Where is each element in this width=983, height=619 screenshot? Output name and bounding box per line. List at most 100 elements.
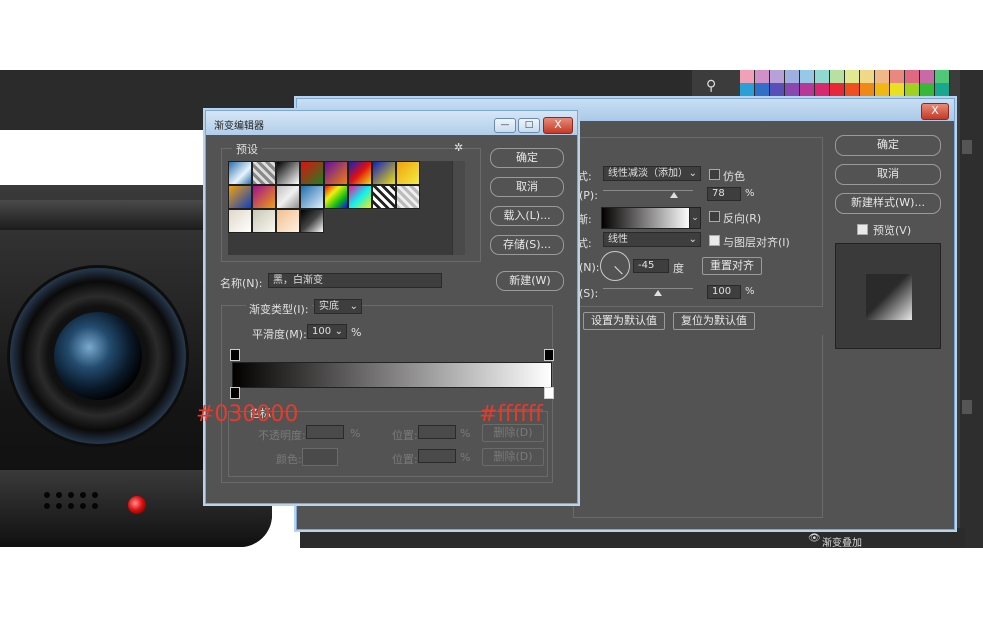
gradient-cancel-button[interactable]: 取消 xyxy=(490,177,564,197)
preset-swatch[interactable] xyxy=(276,209,300,233)
opacity-label: (P): xyxy=(579,189,598,202)
gradient-ok-button[interactable]: 确定 xyxy=(490,148,564,168)
preset-swatch[interactable] xyxy=(228,185,252,209)
swatches-row-2[interactable] xyxy=(740,83,950,96)
chevron-down-icon: ⌄ xyxy=(349,301,358,312)
gear-icon[interactable]: ✲ xyxy=(454,141,463,154)
preset-swatch[interactable] xyxy=(324,185,348,209)
scroll-thumb-lower[interactable] xyxy=(962,400,972,414)
color-location-label: 位置: xyxy=(392,453,418,466)
preset-swatch[interactable] xyxy=(276,185,300,209)
scale-slider-track[interactable] xyxy=(603,288,693,289)
gradient-bar[interactable] xyxy=(232,362,552,388)
color-stop-right[interactable] xyxy=(544,387,554,399)
opacity-slider-track[interactable] xyxy=(603,190,693,191)
preset-swatch[interactable] xyxy=(252,185,276,209)
preset-swatch[interactable] xyxy=(300,185,324,209)
color-stop-left[interactable] xyxy=(230,387,240,399)
reset-align-button[interactable]: 重置对齐 xyxy=(702,257,762,275)
load-button[interactable]: 载入(L)... xyxy=(490,206,564,226)
layer-style-cancel-button[interactable]: 取消 xyxy=(835,164,941,185)
maximize-button[interactable]: □ xyxy=(518,118,540,133)
preset-swatch[interactable] xyxy=(396,161,420,185)
opacity-slider-knob[interactable] xyxy=(670,192,678,198)
layer-style-content-frame xyxy=(573,335,823,518)
presets-scrollbar[interactable] xyxy=(452,161,465,255)
speaker-grill xyxy=(44,492,102,509)
opacity-stop-left[interactable] xyxy=(230,349,240,361)
reverse-checkbox[interactable] xyxy=(709,211,720,222)
color-stop-label: 颜色: xyxy=(276,453,302,466)
layer-style-close-button[interactable]: X xyxy=(921,103,949,120)
smoothness-label: 平滑度(M): xyxy=(252,328,307,341)
gradient-swatch[interactable] xyxy=(601,207,691,229)
angle-unit: 度 xyxy=(673,262,684,275)
layer-effect-item[interactable]: 渐变叠加 xyxy=(822,534,862,549)
opacity-stop-label: 不透明度: xyxy=(258,429,306,442)
preset-swatch[interactable] xyxy=(252,209,276,233)
color-location-unit: % xyxy=(460,451,471,464)
opacity-location-unit: % xyxy=(460,427,471,440)
color-location-input[interactable] xyxy=(418,449,456,463)
new-gradient-button[interactable]: 新建(W) xyxy=(496,271,564,291)
presets-grid[interactable] xyxy=(228,161,465,255)
preset-swatch[interactable] xyxy=(300,161,324,185)
chevron-down-icon: ⌄ xyxy=(334,326,343,337)
gradient-editor-close-button[interactable]: X xyxy=(543,117,573,134)
preset-swatch[interactable] xyxy=(324,161,348,185)
new-style-button[interactable]: 新建样式(W)... xyxy=(835,193,941,214)
save-button[interactable]: 存储(S)... xyxy=(490,235,564,255)
swatches-row-1[interactable] xyxy=(740,70,950,83)
style-select[interactable]: 线性 ⌄ xyxy=(603,232,701,247)
usb-icon[interactable]: ⚲ xyxy=(706,78,730,98)
presets-label: 预设 xyxy=(232,141,262,157)
minimize-button[interactable]: — xyxy=(494,118,516,133)
smoothness-input[interactable]: 100 ⌄ xyxy=(307,324,347,339)
style-label: 式: xyxy=(577,237,592,250)
scale-input[interactable]: 100 xyxy=(707,285,741,299)
preview-label: 预览(V) xyxy=(873,224,912,237)
style-preview xyxy=(835,243,941,349)
preset-swatch[interactable] xyxy=(348,185,372,209)
opacity-unit: % xyxy=(745,188,755,199)
opacity-location-label: 位置: xyxy=(392,429,418,442)
layer-style-ok-button[interactable]: 确定 xyxy=(835,135,941,156)
gradient-label: 渐: xyxy=(577,213,592,226)
preset-swatch[interactable] xyxy=(228,161,252,185)
angle-dial[interactable] xyxy=(600,251,630,281)
preset-swatch[interactable] xyxy=(396,185,420,209)
dither-checkbox[interactable] xyxy=(709,169,720,180)
scale-slider-knob[interactable] xyxy=(654,290,662,296)
preset-swatch[interactable] xyxy=(300,209,324,233)
style-value: 线性 xyxy=(608,234,628,245)
preview-checkbox[interactable] xyxy=(857,224,868,235)
preset-swatch[interactable] xyxy=(348,161,372,185)
color-stop-swatch[interactable] xyxy=(302,448,338,466)
name-input[interactable]: 黑，白渐变 xyxy=(268,273,442,288)
blend-mode-value: 线性减淡（添加） xyxy=(608,168,688,179)
set-default-button[interactable]: 设置为默认值 xyxy=(583,312,665,330)
preset-swatch[interactable] xyxy=(276,161,300,185)
gradient-type-select[interactable]: 实底 ⌄ xyxy=(314,299,362,314)
smoothness-value: 100 xyxy=(312,326,332,337)
preset-swatch[interactable] xyxy=(372,185,396,209)
align-checkbox[interactable] xyxy=(709,235,720,246)
opacity-stop-right[interactable] xyxy=(544,349,554,361)
preset-swatch[interactable] xyxy=(252,161,276,185)
start-color-annotation: #030000 xyxy=(196,402,299,427)
align-label: 与图层对齐(I) xyxy=(723,236,790,249)
opacity-stop-input[interactable] xyxy=(306,425,344,439)
opacity-location-input[interactable] xyxy=(418,425,456,439)
chevron-down-icon[interactable]: ⌄ xyxy=(689,207,701,229)
chevron-down-icon: ⌄ xyxy=(688,168,697,179)
reset-default-button[interactable]: 复位为默认值 xyxy=(673,312,755,330)
gradient-editor-dialog: 渐变编辑器 — □ X 预设 ✲ 确定 取消 载入(L)... 存储(S)...… xyxy=(205,110,578,504)
eye-icon[interactable]: 👁 xyxy=(808,533,821,544)
blend-mode-select[interactable]: 线性减淡（添加） ⌄ xyxy=(603,166,701,181)
opacity-input[interactable]: 78 xyxy=(707,187,741,201)
delete-color-stop-button[interactable]: 删除(D) xyxy=(482,448,544,466)
preset-swatch[interactable] xyxy=(372,161,396,185)
scroll-thumb[interactable] xyxy=(962,140,972,154)
angle-input[interactable]: -45 xyxy=(633,259,669,273)
preset-swatch[interactable] xyxy=(228,209,252,233)
